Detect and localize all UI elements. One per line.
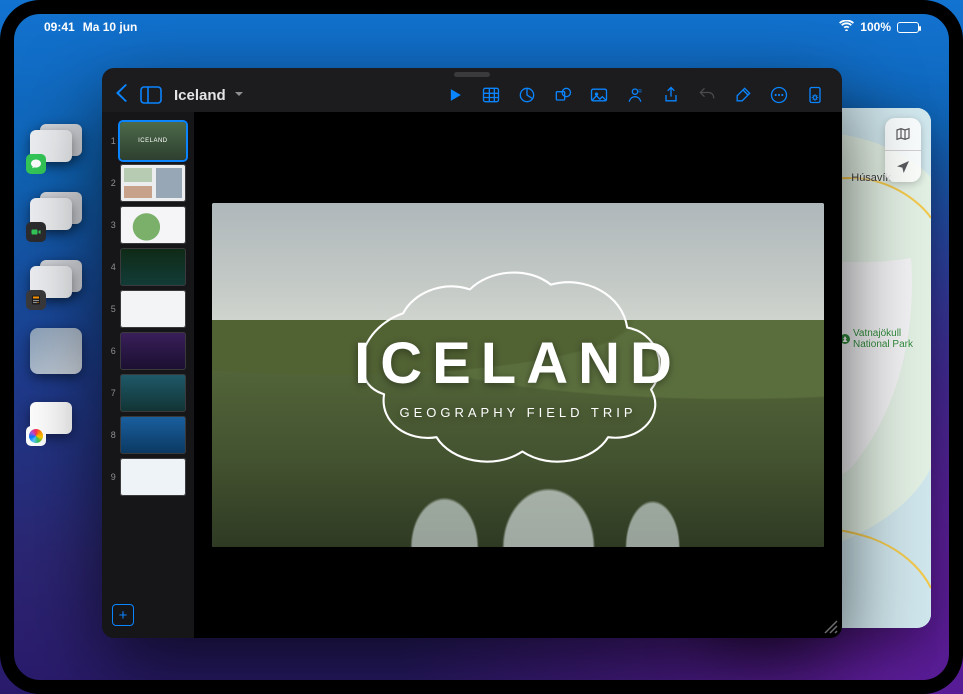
slide-number: 2 [106,178,116,188]
battery-icon [897,22,919,33]
slide-number: 4 [106,262,116,272]
slide-number: 3 [106,220,116,230]
stage-app-preview[interactable] [30,328,82,374]
slide-thumb-8[interactable] [120,416,186,454]
stage-app-messages[interactable] [30,124,82,170]
maps-toolbox [885,118,921,182]
slide-thumb-5[interactable] [120,290,186,328]
slide[interactable]: ICELAND GEOGRAPHY FIELD TRIP [212,203,824,547]
slide-thumb-6[interactable] [120,332,186,370]
back-button[interactable] [110,84,134,107]
status-bar: 09:41 Ma 10 jun 100% [14,14,949,38]
stage-manager-strip [28,124,84,442]
insert-shape-button[interactable] [548,80,578,110]
slide-thumb-4[interactable] [120,248,186,286]
locate-button[interactable] [885,150,921,182]
slide-thumb-2[interactable] [120,164,186,202]
document-options-button[interactable] [800,80,830,110]
photos-icon [26,426,46,446]
map-mode-button[interactable] [885,118,921,150]
slide-thumb-3[interactable] [120,206,186,244]
slide-thumb-9[interactable] [120,458,186,496]
keynote-window[interactable]: Iceland 1 2 3 4 5 6 7 8 9 [102,68,842,638]
slide-number: 8 [106,430,116,440]
slide-navigator: 1 2 3 4 5 6 7 8 9 + [102,112,194,638]
slide-number: 9 [106,472,116,482]
stage-app-facetime[interactable] [30,192,82,238]
status-time: 09:41 [44,20,75,34]
facetime-icon [26,222,46,242]
battery-percent: 100% [860,20,891,34]
status-date: Ma 10 jun [83,20,138,34]
slide-subtitle[interactable]: GEOGRAPHY FIELD TRIP [399,405,636,420]
undo-button[interactable] [692,80,722,110]
slide-title[interactable]: ICELAND [354,330,682,397]
messages-icon [26,154,46,174]
calculator-icon [26,290,46,310]
wifi-icon [839,20,854,34]
insert-media-button[interactable] [584,80,614,110]
map-park-label: Vatnajökull National Park [853,328,913,350]
collaborate-button[interactable] [620,80,650,110]
slide-number: 7 [106,388,116,398]
slide-number: 1 [106,136,116,146]
add-slide-button[interactable]: + [102,598,190,632]
plus-icon: + [112,604,134,626]
sidebar-toggle-button[interactable] [140,86,162,104]
insert-chart-button[interactable] [512,80,542,110]
stage-app-calculator[interactable] [30,260,82,306]
more-button[interactable] [764,80,794,110]
slide-thumb-7[interactable] [120,374,186,412]
stage-app-photos[interactable] [30,396,82,442]
slide-canvas[interactable]: ICELAND GEOGRAPHY FIELD TRIP [194,112,842,638]
resize-handle-icon[interactable] [820,616,838,634]
play-button[interactable] [440,80,470,110]
insert-table-button[interactable] [476,80,506,110]
document-title[interactable]: Iceland [174,87,226,104]
share-button[interactable] [656,80,686,110]
slide-number: 6 [106,346,116,356]
window-drag-handle-icon[interactable] [454,72,490,77]
slide-number: 5 [106,304,116,314]
chevron-down-icon[interactable] [234,89,244,102]
format-brush-button[interactable] [728,80,758,110]
slide-thumb-1[interactable] [120,122,186,160]
